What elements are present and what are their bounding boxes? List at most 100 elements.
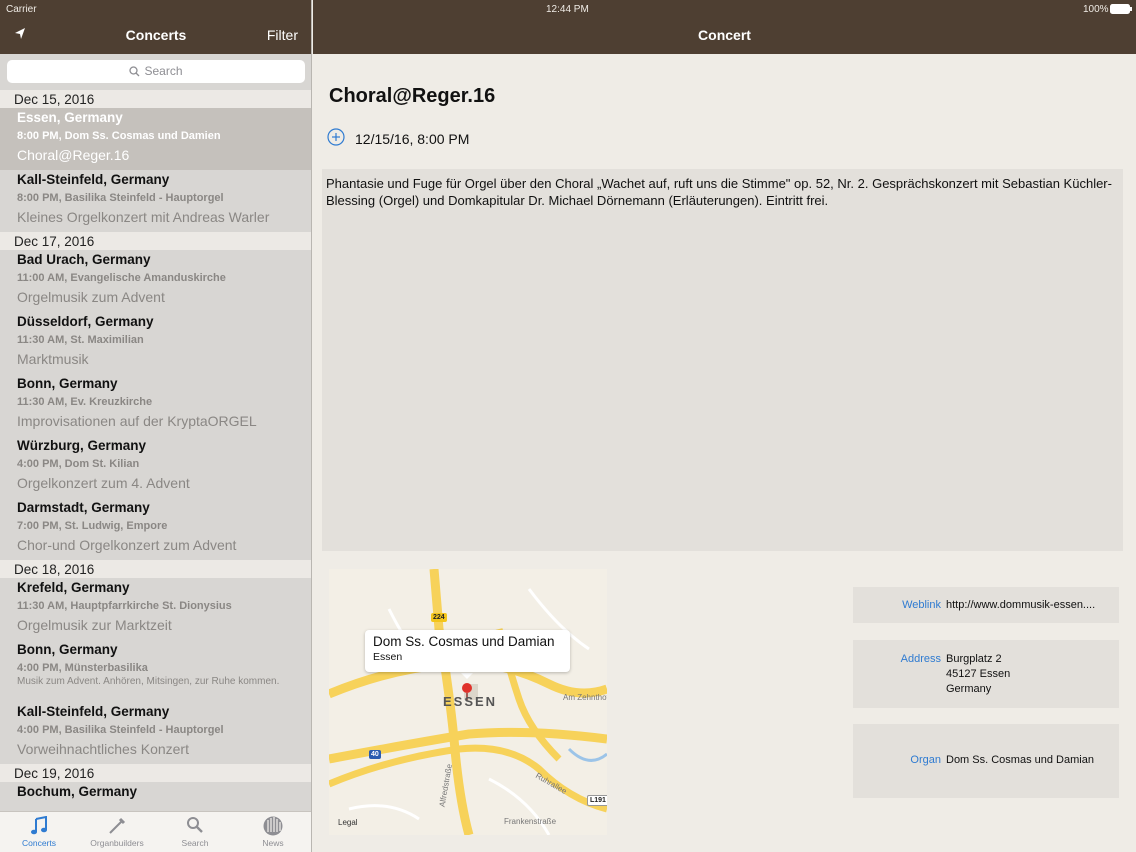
concert-detail-pane: 12:44 PM 100% Concert Choral@Reger.16 12… [313, 0, 1136, 852]
concert-city: Kall-Steinfeld, Germany [17, 172, 170, 187]
tab-search[interactable]: Search [156, 812, 234, 852]
sidebar-navbar: Carrier Concerts Filter [0, 0, 311, 54]
weblink-label: Weblink [902, 599, 941, 611]
carrier-label: Carrier [6, 4, 37, 15]
concert-city: Kall-Steinfeld, Germany [17, 704, 170, 719]
concert-city: Krefeld, Germany [17, 580, 130, 595]
search-icon [156, 812, 234, 838]
road-sign: 40 [369, 750, 381, 759]
road-sign: L191 [587, 795, 607, 806]
concert-detail: 11:30 AM, St. Maximilian [17, 334, 144, 346]
concert-city: Bonn, Germany [17, 642, 118, 657]
list-item[interactable]: Würzburg, Germany 4:00 PM, Dom St. Kilia… [0, 436, 311, 498]
search-input[interactable]: Search [7, 60, 305, 83]
list-item[interactable]: Kall-Steinfeld, Germany 4:00 PM, Basilik… [0, 702, 311, 764]
road-sign: 224 [431, 613, 447, 622]
list-item[interactable]: Essen, Germany 8:00 PM, Dom Ss. Cosmas u… [0, 108, 311, 170]
map-callout[interactable]: Dom Ss. Cosmas und Damian Essen [365, 630, 570, 672]
section-header: Dec 19, 2016 [0, 764, 311, 782]
concert-title: Orgelkonzert zum 4. Advent [17, 475, 190, 491]
weblink-value[interactable]: http://www.dommusik-essen.... [946, 598, 1116, 613]
app-root: Carrier Concerts Filter Search Dec 15, 2… [0, 0, 1136, 852]
concert-title: Orgelmusik zum Advent [17, 289, 165, 305]
list-item[interactable]: Darmstadt, Germany 7:00 PM, St. Ludwig, … [0, 498, 311, 560]
organ-row[interactable]: Organ Dom Ss. Cosmas und Damian [853, 724, 1119, 798]
concert-city: Darmstadt, Germany [17, 500, 150, 515]
callout-subtitle: Essen [373, 651, 403, 663]
organ-pipes-icon [234, 812, 311, 838]
map-city-label: ESSEN [443, 694, 498, 709]
concert-city: Bonn, Germany [17, 376, 118, 391]
battery-icon [1110, 4, 1132, 14]
search-bar: Search [0, 54, 311, 90]
address-line: 45127 Essen [946, 668, 1011, 680]
list-item[interactable]: Bonn, Germany 4:00 PM, Münsterbasilika M… [0, 640, 311, 702]
concert-detail: 11:30 AM, Hauptpfarrkirche St. Dionysius [17, 600, 232, 612]
status-time: 12:44 PM [546, 4, 589, 15]
search-placeholder: Search [144, 64, 183, 78]
search-icon [129, 66, 140, 77]
concert-detail: 4:00 PM, Basilika Steinfeld - Hauptorgel [17, 724, 224, 736]
concert-list[interactable]: Dec 15, 2016 Essen, Germany 8:00 PM, Dom… [0, 90, 311, 812]
concert-title: Marktmusik [17, 351, 89, 367]
section-header: Dec 17, 2016 [0, 232, 311, 250]
address-line: Burgplatz 2 [946, 653, 1002, 665]
concert-title: Vorweihnachtliches Konzert [17, 741, 189, 757]
section-header: Dec 15, 2016 [0, 90, 311, 108]
concert-detail: 8:00 PM, Dom Ss. Cosmas und Damien [17, 130, 221, 142]
list-item[interactable]: Bonn, Germany 11:30 AM, Ev. Kreuzkirche … [0, 374, 311, 436]
list-item[interactable]: Krefeld, Germany 11:30 AM, Hauptpfarrkir… [0, 578, 311, 640]
concert-city: Bochum, Germany [17, 784, 138, 799]
address-row[interactable]: Address Burgplatz 2 45127 Essen Germany [853, 640, 1119, 708]
organ-label: Organ [910, 754, 941, 766]
battery-percent: 100% [1083, 4, 1109, 15]
tools-icon [78, 812, 156, 838]
concert-city: Düsseldorf, Germany [17, 314, 154, 329]
tab-label: Search [181, 838, 209, 848]
address-label: Address [900, 653, 941, 665]
tab-label: Organbuilders [90, 838, 144, 848]
music-note-icon [0, 812, 78, 838]
concert-title: Choral@Reger.16 [17, 147, 130, 163]
organ-value: Dom Ss. Cosmas und Damian [946, 754, 1094, 766]
concert-detail: 4:00 PM, Dom St. Kilian [17, 458, 140, 470]
concert-detail: 8:00 PM, Basilika Steinfeld - Hauptorgel [17, 192, 224, 204]
concert-datetime: 12/15/16, 8:00 PM [355, 131, 470, 147]
tab-concerts[interactable]: Concerts [0, 812, 78, 852]
tab-label: News [262, 838, 284, 848]
list-item[interactable]: Kall-Steinfeld, Germany 8:00 PM, Basilik… [0, 170, 311, 232]
list-item[interactable]: Bad Urach, Germany 11:00 AM, Evangelisch… [0, 250, 311, 312]
list-item[interactable]: Düsseldorf, Germany 11:30 AM, St. Maximi… [0, 312, 311, 374]
map-legal-link[interactable]: Legal [338, 818, 358, 827]
street-label: Am Zehnthof [563, 693, 607, 702]
concert-title: Musik zum Advent. Anhören, Mitsingen, zu… [17, 676, 280, 687]
tab-bar: Concerts Organbuilders Search News [0, 811, 311, 852]
concerts-sidebar: Carrier Concerts Filter Search Dec 15, 2… [0, 0, 312, 852]
concert-title: Chor-und Orgelkonzert zum Advent [17, 537, 237, 553]
concert-description: Phantasie und Fuge für Orgel über den Ch… [322, 169, 1123, 551]
detail-navbar: 12:44 PM 100% Concert [313, 0, 1136, 54]
add-to-calendar-icon[interactable] [327, 128, 345, 146]
tab-label: Concerts [21, 838, 56, 848]
callout-title: Dom Ss. Cosmas und Damian [373, 634, 555, 649]
concert-city: Bad Urach, Germany [17, 252, 151, 267]
detail-title: Concert [698, 27, 751, 43]
tab-news[interactable]: News [234, 812, 311, 852]
filter-button[interactable]: Filter [267, 27, 298, 43]
concert-city: Essen, Germany [17, 110, 123, 125]
tab-organbuilders[interactable]: Organbuilders [78, 812, 156, 852]
concert-detail: 7:00 PM, St. Ludwig, Empore [17, 520, 168, 532]
concert-city: Würzburg, Germany [17, 438, 147, 453]
concert-detail: 11:30 AM, Ev. Kreuzkirche [17, 396, 153, 408]
concert-title: Kleines Orgelkonzert mit Andreas Warler [17, 209, 270, 225]
concert-detail: 4:00 PM, Münsterbasilika [17, 662, 148, 674]
address-line: Germany [946, 683, 992, 695]
concert-title: Orgelmusik zur Marktzeit [17, 617, 172, 633]
sidebar-title: Concerts [125, 27, 187, 43]
concert-title: Improvisationen auf der KryptaORGEL [17, 413, 257, 429]
section-header: Dec 18, 2016 [0, 560, 311, 578]
list-item[interactable]: Bochum, Germany [0, 782, 311, 812]
concert-heading: Choral@Reger.16 [329, 85, 496, 107]
weblink-row[interactable]: Weblink http://www.dommusik-essen.... [853, 587, 1119, 623]
location-map[interactable]: Dom Ss. Cosmas und Damian Essen ESSEN Al… [329, 569, 607, 835]
